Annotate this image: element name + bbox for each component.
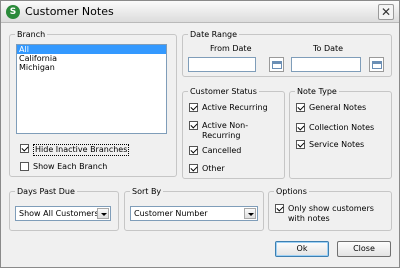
show-each-branch-label: Show Each Branch [33,162,108,171]
sort-by-select[interactable]: Customer Number [130,206,258,221]
active-recurring-label: Active Recurring [202,103,268,112]
from-date-calendar-button[interactable] [269,57,284,72]
branch-group: Branch All California Michigan Hide Inacti… [9,29,177,177]
service-notes-checkbox[interactable]: Service Notes [296,140,364,150]
hide-inactive-branches-checkbox[interactable]: Hide Inactive Branches [20,144,130,156]
other-checkbox[interactable]: Other [189,164,225,174]
collection-notes-label: Collection Notes [309,123,375,132]
service-notes-check-icon[interactable] [296,140,305,149]
general-notes-checkbox[interactable]: General Notes [296,103,366,113]
hide-inactive-branches-label: Hide Inactive Branches [33,144,130,156]
branch-list-item[interactable]: Michigan [17,63,166,72]
active-recurring-checkbox[interactable]: Active Recurring [189,103,268,113]
calendar-icon [272,61,282,69]
options-group: Options Only show customers with notes [268,186,392,231]
ok-button[interactable]: Ok [275,241,329,257]
show-each-branch-checkbox[interactable]: Show Each Branch [20,162,107,172]
date-range-group: Date Range From Date To Date [182,29,392,77]
customer-status-legend: Customer Status [188,86,259,97]
branch-legend: Branch [15,29,48,40]
window-title: Customer Notes [25,5,114,18]
branch-list-item[interactable]: All [17,45,166,54]
sort-by-value: Customer Number [134,209,208,218]
chevron-down-icon[interactable] [244,208,256,219]
branch-list-item[interactable]: California [17,54,166,63]
close-icon[interactable]: ✕ [378,4,394,20]
cancelled-checkbox[interactable]: Cancelled [189,146,241,156]
days-past-due-legend: Days Past Due [15,186,77,197]
to-date-label: To Date [313,44,344,53]
days-past-due-group: Days Past Due Show All Customers [9,186,119,231]
options-legend: Options [274,186,309,197]
other-check-icon[interactable] [189,164,198,173]
only-show-customers-with-notes-checkbox[interactable]: Only show customers with notes [275,204,389,224]
title-bar: S Customer Notes ✕ [1,1,399,23]
other-label: Other [202,164,225,173]
cancelled-check-icon[interactable] [189,146,198,155]
general-notes-label: General Notes [309,103,367,112]
days-past-due-value: Show All Customers [19,209,99,218]
only-show-customers-with-notes-label: Only show customers with notes [288,204,374,223]
calendar-icon [372,61,382,69]
active-recurring-check-icon[interactable] [189,103,198,112]
general-notes-check-icon[interactable] [296,103,305,112]
active-non-recurring-check-icon[interactable] [189,121,198,130]
active-non-recurring-label: Active Non-Recurring [202,121,249,140]
app-icon: S [6,5,20,19]
close-button[interactable]: Close [337,241,391,257]
customer-status-group: Customer Status Active Recurring Active … [182,86,285,179]
to-date-input[interactable] [291,57,361,72]
note-type-group: Note Type General Notes Collection Notes… [289,86,392,179]
collection-notes-check-icon[interactable] [296,123,305,132]
service-notes-label: Service Notes [309,140,365,149]
sort-by-group: Sort By Customer Number [124,186,264,231]
days-past-due-select[interactable]: Show All Customers [15,206,111,221]
customer-notes-dialog: S Customer Notes ✕ Branch All California M… [0,0,400,268]
date-range-legend: Date Range [188,29,240,40]
note-type-legend: Note Type [295,86,339,97]
hide-inactive-check-icon[interactable] [20,144,29,153]
collection-notes-checkbox[interactable]: Collection Notes [296,123,374,133]
sort-by-legend: Sort By [130,186,164,197]
only-show-with-notes-check-icon[interactable] [275,204,284,213]
to-date-calendar-button[interactable] [369,57,384,72]
active-non-recurring-checkbox[interactable]: Active Non-Recurring [189,121,281,141]
branch-listbox[interactable]: All California Michigan [16,44,167,134]
from-date-input[interactable] [188,57,256,72]
from-date-label: From Date [210,44,252,53]
chevron-down-icon[interactable] [97,208,109,219]
show-each-check-icon[interactable] [20,162,29,171]
cancelled-label: Cancelled [202,146,242,155]
